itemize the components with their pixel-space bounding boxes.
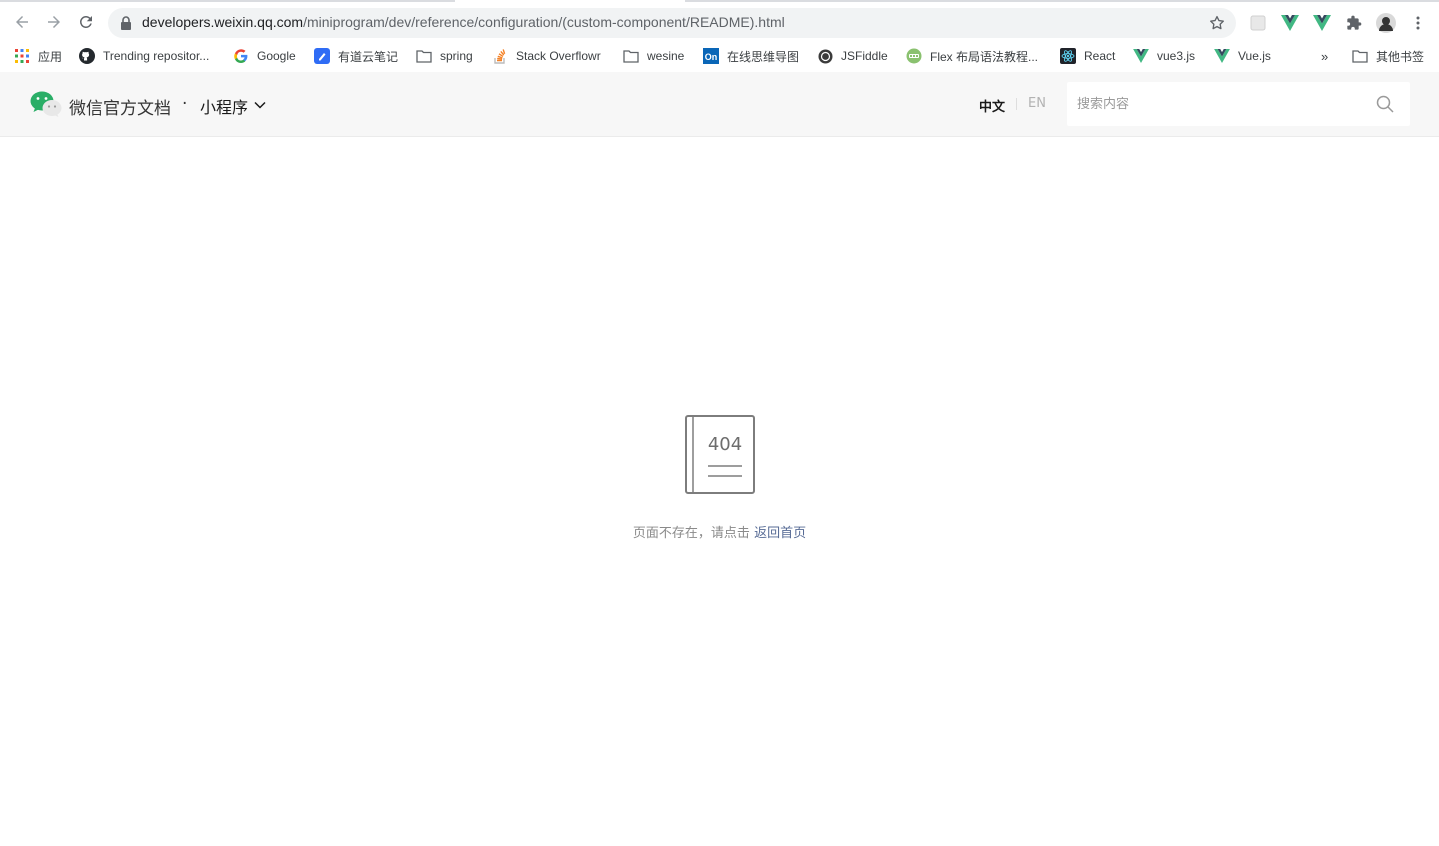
- youdao-note-icon: [314, 48, 330, 64]
- lock-icon: [121, 16, 131, 30]
- not-found-message: 页面不存在，请点击 返回首页: [0, 522, 1439, 541]
- address-bar[interactable]: developers.weixin.qq.com/miniprogram/dev…: [108, 8, 1236, 38]
- svg-text:On: On: [705, 52, 718, 62]
- back-home-link[interactable]: 返回首页: [754, 526, 806, 541]
- bookmark-mindmap[interactable]: On 在线思维导图: [703, 46, 799, 66]
- bookmark-other-folder[interactable]: 其他书签: [1352, 46, 1424, 66]
- active-tab-indicator: [455, 0, 685, 2]
- wechat-logo-icon[interactable]: [30, 90, 62, 118]
- jsfiddle-icon: [817, 48, 833, 64]
- folder-icon: [416, 48, 432, 64]
- bookmark-folder-spring[interactable]: spring: [416, 46, 473, 66]
- bookmark-github-trending[interactable]: Trending repositor...: [79, 46, 209, 66]
- vue-devtools-2-icon[interactable]: [1312, 13, 1332, 33]
- bookmark-react[interactable]: React: [1060, 46, 1115, 66]
- bookmark-flex-tutorial[interactable]: Flex 布局语法教程...: [906, 46, 1038, 66]
- bookmark-stackoverflow[interactable]: Stack Overflowr: [492, 46, 601, 66]
- extensions-puzzle-icon[interactable]: [1344, 13, 1364, 33]
- not-found-book-icon: 404: [685, 415, 755, 494]
- vue-devtools-icon[interactable]: [1280, 13, 1300, 33]
- stackoverflow-icon: [492, 48, 508, 64]
- product-switcher-label[interactable]: 小程序: [200, 94, 248, 118]
- bookmark-google[interactable]: Google: [233, 46, 296, 66]
- forward-button[interactable]: [42, 10, 66, 34]
- url-host: developers.weixin.qq.com: [142, 14, 304, 30]
- github-icon: [79, 48, 95, 64]
- folder-icon: [623, 48, 639, 64]
- url-path: /miniprogram/dev/reference/configuration…: [303, 14, 785, 30]
- brand-title[interactable]: 微信官方文档: [69, 94, 171, 119]
- vue-icon: [1214, 48, 1230, 64]
- apps-grid-icon: [14, 48, 30, 64]
- search-icon[interactable]: [1376, 95, 1394, 113]
- bookmark-vuejs[interactable]: Vue.js: [1214, 46, 1271, 66]
- not-found-text: 页面不存在，请点击: [632, 526, 750, 541]
- more-bookmarks-icon[interactable]: »: [1321, 46, 1328, 66]
- browser-toolbar: developers.weixin.qq.com/miniprogram/dev…: [0, 0, 1439, 42]
- reload-icon: [79, 15, 92, 28]
- react-icon: [1060, 48, 1076, 64]
- bookmark-vue3[interactable]: vue3.js: [1133, 46, 1195, 66]
- lang-divider: [1016, 98, 1017, 110]
- back-arrow-icon: [16, 16, 28, 28]
- vue-icon: [1133, 48, 1149, 64]
- forward-arrow-icon: [48, 16, 60, 28]
- brand-separator: ·: [182, 94, 188, 114]
- error-code: 404: [708, 434, 742, 455]
- search-input[interactable]: [1067, 82, 1367, 126]
- profile-avatar[interactable]: [1376, 13, 1396, 33]
- bookmark-folder-wesine[interactable]: wesine: [623, 46, 684, 66]
- flex-icon: [906, 48, 922, 64]
- folder-icon: [1352, 48, 1368, 64]
- google-icon: [233, 48, 249, 64]
- mindmap-icon: On: [703, 48, 719, 64]
- lang-en-link[interactable]: EN: [1028, 96, 1046, 111]
- extension-grey-icon[interactable]: [1248, 13, 1268, 33]
- bookmark-youdao[interactable]: 有道云笔记: [314, 46, 398, 66]
- bookmark-star-icon[interactable]: [1208, 14, 1226, 32]
- bookmark-jsfiddle[interactable]: JSFiddle: [817, 46, 888, 66]
- url-text[interactable]: developers.weixin.qq.com/miniprogram/dev…: [142, 14, 785, 30]
- lang-zh-link[interactable]: 中文: [979, 96, 1005, 115]
- bookmark-apps[interactable]: 应用: [14, 46, 62, 66]
- back-button[interactable]: [10, 10, 34, 34]
- browser-menu-icon[interactable]: [1408, 13, 1428, 33]
- bookmarks-bar: 应用 Trending repositor... Google 有道云笔记 sp…: [0, 42, 1439, 70]
- site-header: 微信官方文档 · 小程序 中文 EN: [0, 72, 1439, 137]
- search-box: [1067, 82, 1410, 126]
- reload-button[interactable]: [74, 10, 98, 34]
- chevron-down-icon[interactable]: [254, 100, 266, 110]
